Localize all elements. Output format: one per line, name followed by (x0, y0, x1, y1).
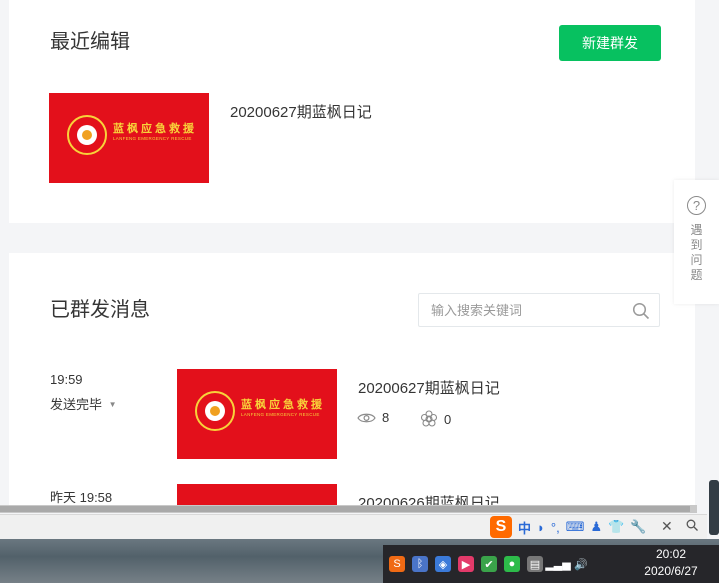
shield-tray-icon[interactable]: ◈ (435, 556, 451, 572)
views-stat: 8 (357, 410, 389, 425)
views-count: 8 (382, 410, 390, 425)
rescue-logo-icon (195, 391, 235, 431)
eye-icon (357, 413, 376, 422)
likes-stat: 0 (420, 410, 451, 428)
vertical-scrollbar[interactable] (709, 480, 719, 535)
thumb-brand-cn: 蓝枫应急救援 (113, 122, 197, 135)
sent-item-status-label: 发送完毕 (50, 397, 103, 412)
sent-item-status[interactable]: 发送完毕 ▼ (50, 394, 117, 413)
sent-item-time: 昨天 19:58 (50, 490, 113, 505)
recent-edits-card: 最近编辑 新建群发 蓝枫应急救援 LANFENG EMERGENCY RESCU… (9, 0, 695, 223)
recent-article-title[interactable]: 20200627期蓝枫日记 (230, 101, 372, 122)
user-icon[interactable]: ♟ (590, 519, 602, 535)
sent-item-title[interactable]: 20200627期蓝枫日记 (358, 377, 500, 398)
wrench-icon[interactable]: 🔧 (630, 519, 646, 535)
keyboard-icon[interactable]: ⌨ (566, 519, 585, 535)
system-clock[interactable]: 20:02 2020/6/27 (643, 546, 699, 580)
sent-messages-card: 已群发消息 19:59 发送完毕 ▼ 蓝枫应急救援 LANFENG EMERGE… (9, 253, 695, 513)
sent-messages-title: 已群发消息 (50, 299, 150, 321)
caret-down-icon: ▼ (108, 400, 117, 409)
scrollbar-thumb[interactable] (0, 506, 690, 512)
network-tray-icon[interactable]: ▂▃▅ (545, 556, 570, 572)
sogou-tray-icon[interactable]: S (389, 556, 405, 572)
flower-like-icon (420, 410, 438, 427)
rescue-logo-icon (67, 115, 107, 155)
clock-date: 2020/6/27 (644, 564, 698, 578)
help-tab[interactable]: ? 遇到问题 (674, 180, 719, 304)
new-broadcast-button[interactable]: 新建群发 (559, 25, 661, 61)
thumb-brand-en: LANFENG EMERGENCY RESCUE (113, 136, 192, 141)
security-tray-icon[interactable]: ✔ (481, 556, 497, 572)
likes-count: 0 (444, 411, 452, 427)
sogou-logo-icon[interactable]: S (490, 516, 512, 538)
bluetooth-tray-icon[interactable]: ᛒ (412, 556, 428, 572)
sent-item-thumbnail[interactable]: 蓝枫应急救援 LANFENG EMERGENCY RESCUE (177, 369, 337, 459)
search-input[interactable] (429, 301, 633, 319)
ime-toolbar: S 中 ◗ °, ⌨ ♟ 👕 🔧 (490, 515, 677, 539)
horizontal-scrollbar[interactable] (0, 505, 697, 513)
device-tray-icon[interactable]: ▤ (527, 556, 543, 572)
moon-icon[interactable]: ◗ (537, 520, 545, 535)
recent-edits-title: 最近编辑 (50, 31, 130, 53)
ime-mode-toggle[interactable]: 中 (518, 518, 531, 537)
punctuation-icon[interactable]: °, (551, 520, 560, 535)
skin-icon[interactable]: 👕 (608, 519, 624, 535)
sent-item-time: 19:59 (50, 372, 83, 387)
help-label: 遇到问题 (690, 223, 703, 282)
recent-article-thumbnail[interactable]: 蓝枫应急救援 LANFENG EMERGENCY RESCUE (49, 93, 209, 183)
thumb-brand-en: LANFENG EMERGENCY RESCUE (241, 412, 320, 417)
thumb-brand-cn: 蓝枫应急救援 (241, 398, 325, 411)
wechat-tray-icon[interactable]: ● (504, 556, 520, 572)
volume-tray-icon[interactable]: 🔊 (573, 556, 589, 572)
question-icon: ? (687, 196, 706, 215)
search-icon[interactable] (632, 302, 650, 320)
clock-time: 20:02 (655, 547, 687, 561)
search-icon[interactable] (686, 519, 698, 531)
media-tray-icon[interactable]: ▶ (458, 556, 474, 572)
search-box[interactable] (418, 293, 660, 327)
close-icon[interactable]: ✕ (661, 518, 673, 535)
